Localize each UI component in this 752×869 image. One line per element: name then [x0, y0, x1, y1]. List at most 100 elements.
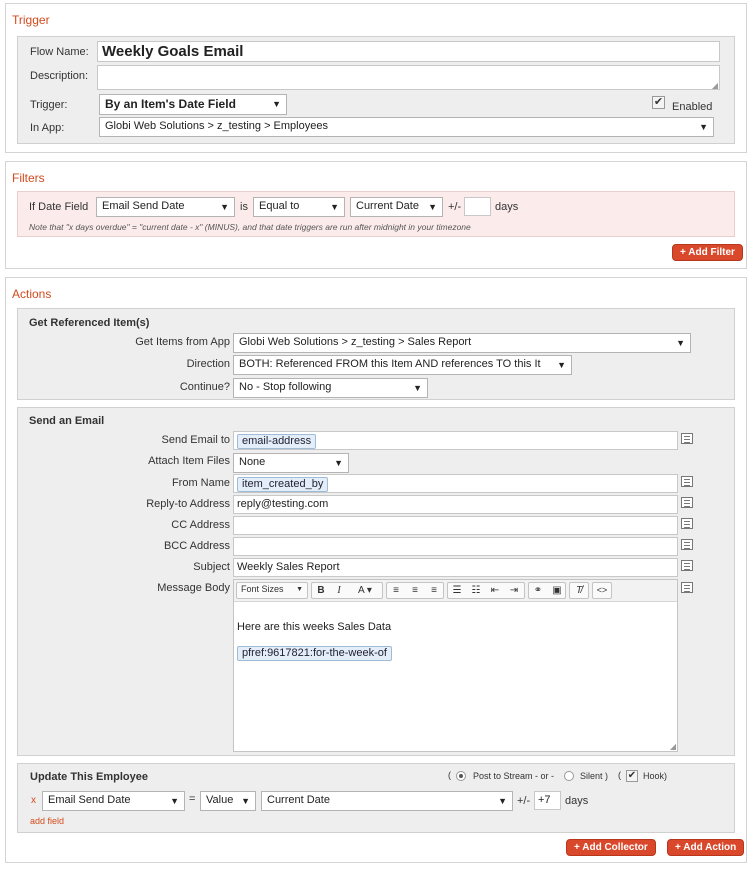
send-to-input[interactable]: email-address: [233, 431, 678, 450]
link-icon[interactable]: ⚭: [529, 583, 547, 598]
field-list-icon[interactable]: [681, 539, 693, 550]
clear-format-group: T̸: [569, 582, 589, 599]
post-to-stream-radio[interactable]: [456, 771, 466, 781]
checkmark-icon: ✔: [653, 96, 664, 108]
filter-date-field-value: Email Send Date: [102, 200, 185, 212]
enabled-checkbox[interactable]: ✔: [652, 96, 665, 109]
chevron-down-icon: ▼: [498, 796, 507, 806]
source-code-icon[interactable]: <>: [593, 583, 611, 598]
reply-to-label: Reply-to Address: [146, 498, 230, 510]
add-action-button[interactable]: + Add Action: [667, 839, 745, 856]
filter-date-field-select[interactable]: Email Send Date ▼: [96, 197, 235, 217]
get-items-label: Get Items from App: [135, 336, 230, 348]
bold-icon[interactable]: B: [312, 583, 330, 598]
update-date-select[interactable]: Current Date ▼: [261, 791, 513, 811]
chevron-down-icon: ▼: [272, 99, 281, 109]
attach-files-label: Attach Item Files: [148, 455, 230, 467]
italic-icon[interactable]: I: [330, 583, 348, 598]
resize-grip-icon[interactable]: ◢: [670, 742, 676, 751]
subject-input[interactable]: Weekly Sales Report: [233, 558, 678, 577]
attach-files-select[interactable]: None ▼: [233, 453, 349, 473]
editor-toolbar: Font Sizes ▼ B I A ▾ ≡ ≡ ≡ ☰ ☷ ⇤ ⇥ ⚭ ▣ T…: [234, 580, 677, 602]
text-color-icon[interactable]: A ▾: [348, 583, 382, 598]
hook-checkbox[interactable]: ✔: [626, 770, 638, 782]
hook-label: Hook): [643, 771, 668, 781]
trigger-panel: Flow Name: Weekly Goals Email Descriptio…: [17, 36, 735, 144]
from-name-input[interactable]: item_created_by: [233, 474, 678, 493]
filter-operator-select[interactable]: Equal to ▼: [253, 197, 345, 217]
flow-name-input[interactable]: Weekly Goals Email: [97, 41, 720, 62]
bullet-list-icon[interactable]: ☰: [448, 583, 466, 598]
item-created-by-tag[interactable]: item_created_by: [237, 477, 329, 492]
field-list-icon[interactable]: [681, 582, 693, 593]
update-field-select[interactable]: Email Send Date ▼: [42, 791, 185, 811]
image-icon[interactable]: ▣: [548, 583, 566, 598]
chevron-down-icon: ▼: [413, 383, 422, 393]
align-right-icon[interactable]: ≡: [425, 583, 443, 598]
filter-compare-select[interactable]: Current Date ▼: [350, 197, 443, 217]
reply-to-value: reply@testing.com: [237, 498, 329, 510]
cc-input[interactable]: [233, 516, 678, 535]
silent-radio[interactable]: [564, 771, 574, 781]
continue-label: Continue?: [179, 381, 230, 393]
send-email-title: Send an Email: [29, 415, 105, 427]
checkmark-icon: ✔: [627, 770, 637, 781]
insert-group: ⚭ ▣: [528, 582, 566, 599]
add-field-link[interactable]: add field: [30, 816, 64, 826]
subject-value: Weekly Sales Report: [237, 561, 340, 573]
message-body-editor[interactable]: Font Sizes ▼ B I A ▾ ≡ ≡ ≡ ☰ ☷ ⇤ ⇥ ⚭ ▣ T…: [233, 579, 678, 752]
field-list-icon[interactable]: [681, 433, 693, 444]
direction-select[interactable]: BOTH: Referenced FROM this Item AND refe…: [233, 355, 572, 375]
bcc-input[interactable]: [233, 537, 678, 556]
silent-label: Silent ): [580, 771, 609, 781]
direction-value: BOTH: Referenced FROM this Item AND refe…: [239, 358, 541, 370]
source-group: <>: [592, 582, 612, 599]
update-field-value: Email Send Date: [48, 794, 131, 806]
update-type-select[interactable]: Value ▼: [200, 791, 256, 811]
pfref-tag[interactable]: pfref:9617821:for-the-week-of: [237, 646, 392, 661]
update-offset-input[interactable]: +7: [534, 791, 561, 810]
editor-body-text: Here are this weeks Sales Data: [237, 621, 392, 633]
in-app-select[interactable]: Globi Web Solutions > z_testing > Employ…: [99, 117, 714, 137]
editor-tag-wrap: pfref:9617821:for-the-week-of: [237, 646, 392, 661]
field-list-icon[interactable]: [681, 497, 693, 508]
attach-files-value: None: [239, 456, 266, 468]
numbered-list-icon[interactable]: ☷: [467, 583, 485, 598]
indent-icon[interactable]: ⇥: [505, 583, 523, 598]
add-filter-button[interactable]: + Add Filter: [672, 244, 743, 261]
actions-section: Actions Get Referenced Item(s) Get Items…: [5, 277, 747, 863]
chevron-down-icon: ▼: [220, 202, 229, 212]
get-items-app-select[interactable]: Globi Web Solutions > z_testing > Sales …: [233, 333, 691, 353]
get-referenced-panel: Get Referenced Item(s) Get Items from Ap…: [17, 308, 735, 400]
trigger-type-value: By an Item's Date Field: [105, 97, 236, 111]
field-list-icon[interactable]: [681, 476, 693, 487]
align-left-icon[interactable]: ≡: [387, 583, 405, 598]
resize-grip-icon[interactable]: ◢: [712, 81, 718, 89]
trigger-type-select[interactable]: By an Item's Date Field ▼: [99, 94, 287, 115]
clear-format-icon[interactable]: T̸: [570, 583, 588, 598]
filter-offset-input[interactable]: [464, 197, 491, 216]
is-label: is: [240, 201, 248, 213]
chevron-down-icon: ▼: [676, 338, 685, 348]
field-list-icon[interactable]: [681, 518, 693, 529]
add-collector-button[interactable]: + Add Collector: [566, 839, 656, 856]
enabled-label: Enabled: [672, 101, 713, 113]
reply-to-input[interactable]: reply@testing.com: [233, 495, 678, 514]
email-address-tag[interactable]: email-address: [237, 434, 317, 449]
field-list-icon[interactable]: [681, 560, 693, 571]
font-sizes-select[interactable]: Font Sizes ▼: [236, 582, 308, 599]
chevron-down-icon: ▼: [699, 122, 708, 132]
filter-compare-value: Current Date: [356, 200, 419, 212]
filter-row-panel: If Date Field Email Send Date ▼ is Equal…: [17, 191, 735, 237]
description-textarea[interactable]: ◢: [97, 65, 720, 90]
list-group: ☰ ☷ ⇤ ⇥: [447, 582, 525, 599]
filter-plus-minus-label: +/-: [448, 201, 462, 213]
filter-note: Note that "x days overdue" = "current da…: [29, 222, 471, 232]
chevron-down-icon: ▼: [296, 586, 303, 593]
remove-field-icon[interactable]: x: [31, 795, 36, 806]
outdent-icon[interactable]: ⇤: [486, 583, 504, 598]
filter-days-label: days: [495, 201, 519, 213]
align-center-icon[interactable]: ≡: [406, 583, 424, 598]
continue-select[interactable]: No - Stop following ▼: [233, 378, 428, 398]
get-referenced-title: Get Referenced Item(s): [29, 317, 150, 329]
